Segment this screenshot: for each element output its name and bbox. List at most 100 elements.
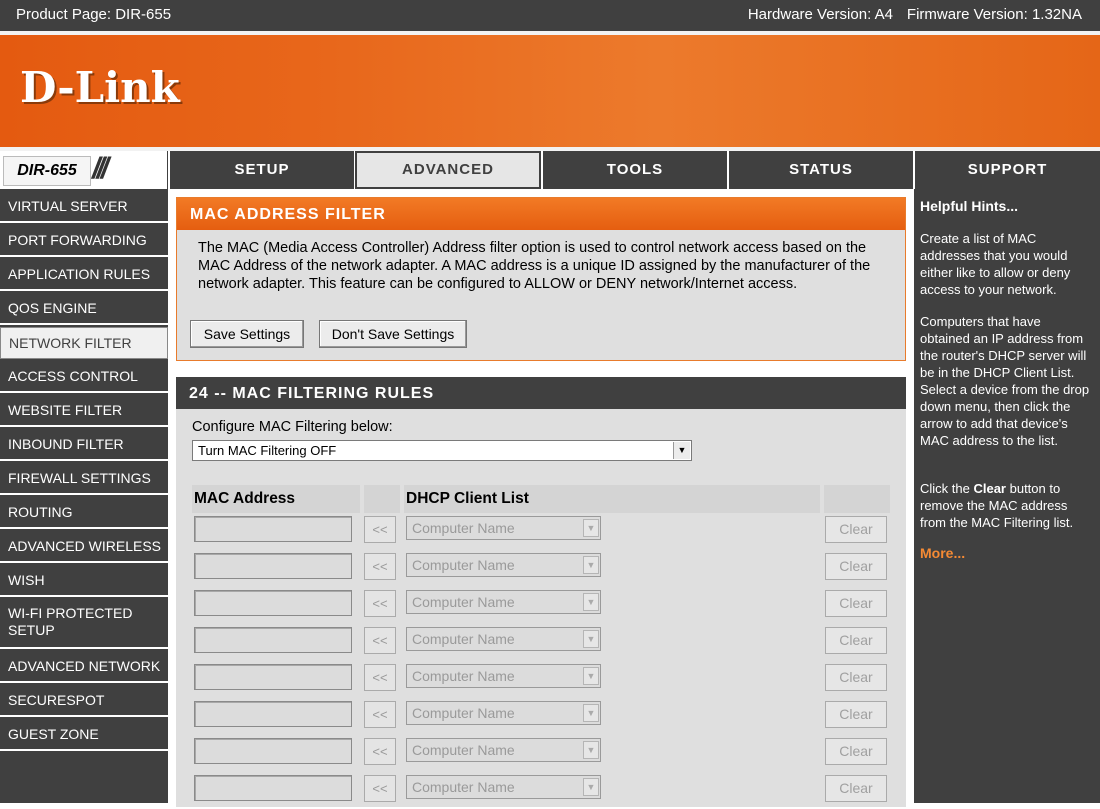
hints-title: Helpful Hints... (920, 198, 1018, 214)
sidebar-item-port-forwarding[interactable]: PORT FORWARDING (0, 225, 168, 257)
computer-name-select[interactable]: Computer Name ▼ (406, 738, 601, 762)
copy-arrow-button[interactable]: << (364, 701, 396, 728)
chevron-down-icon[interactable]: ▼ (583, 778, 599, 796)
select-placeholder: Computer Name (412, 705, 515, 721)
sidebar-item-guest-zone[interactable]: GUEST ZONE (0, 719, 168, 751)
copy-arrow-button[interactable]: << (364, 627, 396, 654)
tab-advanced[interactable]: ADVANCED (355, 151, 541, 189)
select-placeholder: Computer Name (412, 557, 515, 573)
select-value: Turn MAC Filtering OFF (198, 443, 337, 458)
copy-arrow-button[interactable]: << (364, 738, 396, 765)
select-placeholder: Computer Name (412, 742, 515, 758)
sidebar-item-inbound-filter[interactable]: INBOUND FILTER (0, 429, 168, 461)
copy-arrow-button[interactable]: << (364, 553, 396, 580)
clear-button[interactable]: Clear (825, 553, 887, 580)
save-settings-button[interactable]: Save Settings (190, 320, 304, 348)
clear-button[interactable]: Clear (825, 516, 887, 543)
chevron-down-icon[interactable]: ▼ (673, 442, 690, 459)
mac-address-input[interactable] (194, 775, 352, 801)
column-header-mac: MAC Address (192, 485, 360, 513)
tab-status[interactable]: STATUS (727, 151, 913, 189)
sidebar: VIRTUAL SERVER PORT FORWARDING APPLICATI… (0, 189, 168, 803)
main-nav: DIR-655 /// SETUP ADVANCED TOOLS STATUS … (0, 151, 1100, 189)
select-placeholder: Computer Name (412, 631, 515, 647)
chevron-down-icon[interactable]: ▼ (583, 704, 599, 722)
tab-setup[interactable]: SETUP (168, 151, 354, 189)
sidebar-item-virtual-server[interactable]: VIRTUAL SERVER (0, 191, 168, 223)
computer-name-select[interactable]: Computer Name ▼ (406, 553, 601, 577)
version-info: Hardware Version: A4 Firmware Version: 1.… (748, 6, 1082, 23)
section-title: MAC ADDRESS FILTER (177, 198, 905, 230)
computer-name-select[interactable]: Computer Name ▼ (406, 516, 601, 540)
hardware-version: Hardware Version: A4 (747, 6, 893, 23)
sidebar-item-wifi-protected-setup[interactable]: WI-FI PROTECTED SETUP (0, 599, 168, 649)
clear-button[interactable]: Clear (825, 738, 887, 765)
sidebar-item-network-filter[interactable]: NETWORK FILTER (0, 327, 168, 359)
sidebar-item-routing[interactable]: ROUTING (0, 497, 168, 529)
copy-arrow-button[interactable]: << (364, 664, 396, 691)
mac-address-input[interactable] (194, 664, 352, 690)
computer-name-select[interactable]: Computer Name ▼ (406, 627, 601, 651)
model-badge: DIR-655 /// (0, 151, 169, 189)
clear-button[interactable]: Clear (825, 701, 887, 728)
tab-tools[interactable]: TOOLS (541, 151, 727, 189)
rule-row: << Computer Name ▼ Clear (192, 624, 890, 661)
model-label: DIR-655 (3, 156, 91, 186)
copy-arrow-button[interactable]: << (364, 516, 396, 543)
rule-row: << Computer Name ▼ Clear (192, 661, 890, 698)
rule-row: << Computer Name ▼ Clear (192, 698, 890, 735)
rule-row: << Computer Name ▼ Clear (192, 550, 890, 587)
dlink-logo: D-Link (20, 63, 180, 112)
tab-support[interactable]: SUPPORT (913, 151, 1100, 189)
hint-paragraph: Create a list of MAC addresses that you … (920, 231, 1071, 297)
mac-address-input[interactable] (194, 553, 352, 579)
hint-paragraph: Click the Clear button to remove the MAC… (920, 480, 1092, 531)
select-placeholder: Computer Name (412, 594, 515, 610)
sidebar-item-application-rules[interactable]: APPLICATION RULES (0, 259, 168, 291)
sidebar-item-wish[interactable]: WISH (0, 565, 168, 597)
top-info-bar: Product Page: DIR-655 Hardware Version: … (0, 0, 1100, 31)
clear-button[interactable]: Clear (825, 627, 887, 654)
more-link[interactable]: More... (920, 545, 965, 561)
computer-name-select[interactable]: Computer Name ▼ (406, 701, 601, 725)
mac-address-input[interactable] (194, 738, 352, 764)
clear-button[interactable]: Clear (825, 775, 887, 802)
sidebar-item-website-filter[interactable]: WEBSITE FILTER (0, 395, 168, 427)
mac-filter-panel: MAC ADDRESS FILTER The MAC (Media Access… (176, 197, 906, 361)
clear-button[interactable]: Clear (825, 590, 887, 617)
column-header-clear (824, 485, 890, 513)
dont-save-settings-button[interactable]: Don't Save Settings (319, 320, 467, 348)
sidebar-item-advanced-wireless[interactable]: ADVANCED WIRELESS (0, 531, 168, 563)
helpful-hints-panel: Helpful Hints... Create a list of MAC ad… (914, 189, 1100, 803)
clear-button[interactable]: Clear (825, 664, 887, 691)
copy-arrow-button[interactable]: << (364, 775, 396, 802)
rule-row: << Computer Name ▼ Clear (192, 735, 890, 772)
sidebar-item-qos-engine[interactable]: QOS ENGINE (0, 293, 168, 325)
chevron-down-icon[interactable]: ▼ (583, 519, 599, 537)
chevron-down-icon[interactable]: ▼ (583, 741, 599, 759)
slashes-decoration: /// (92, 152, 109, 185)
sidebar-item-firewall-settings[interactable]: FIREWALL SETTINGS (0, 463, 168, 495)
chevron-down-icon[interactable]: ▼ (583, 556, 599, 574)
copy-arrow-button[interactable]: << (364, 590, 396, 617)
mac-address-input[interactable] (194, 516, 352, 542)
hint-text: Click the (920, 481, 974, 496)
sidebar-item-access-control[interactable]: ACCESS CONTROL (0, 361, 168, 393)
mac-address-input[interactable] (194, 627, 352, 653)
hint-paragraph: Computers that have obtained an IP addre… (920, 314, 1090, 448)
mac-address-input[interactable] (194, 590, 352, 616)
chevron-down-icon[interactable]: ▼ (583, 667, 599, 685)
mac-address-input[interactable] (194, 701, 352, 727)
sidebar-item-advanced-network[interactable]: ADVANCED NETWORK (0, 651, 168, 683)
mac-filtering-mode-select[interactable]: Turn MAC Filtering OFF ▼ (192, 440, 692, 461)
configure-label: Configure MAC Filtering below: (192, 419, 393, 435)
chevron-down-icon[interactable]: ▼ (583, 593, 599, 611)
product-page-label: Product Page: DIR-655 (16, 6, 172, 23)
computer-name-select[interactable]: Computer Name ▼ (406, 775, 601, 799)
rule-row: << Computer Name ▼ Clear (192, 513, 890, 550)
computer-name-select[interactable]: Computer Name ▼ (406, 664, 601, 688)
rule-row: << Computer Name ▼ Clear (192, 772, 890, 809)
computer-name-select[interactable]: Computer Name ▼ (406, 590, 601, 614)
chevron-down-icon[interactable]: ▼ (583, 630, 599, 648)
sidebar-item-securespot[interactable]: SECURESPOT (0, 685, 168, 717)
